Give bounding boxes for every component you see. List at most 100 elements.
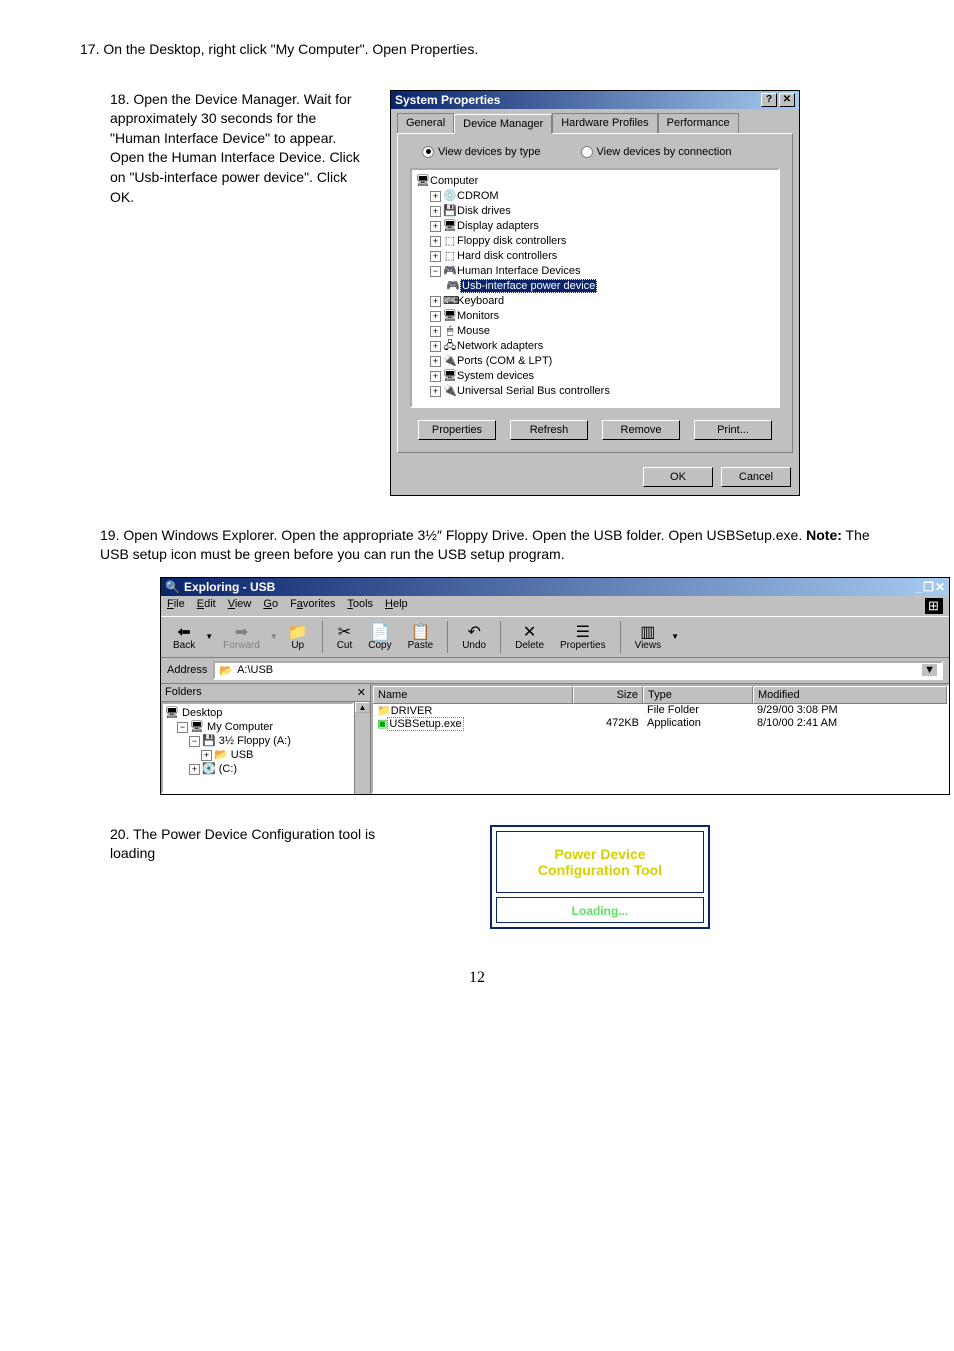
tree-disk-drives[interactable]: Disk drives	[457, 205, 511, 217]
toolbar-undo[interactable]: ↶Undo	[456, 622, 492, 651]
col-size[interactable]: Size	[573, 686, 643, 703]
back-icon: ⬅	[177, 622, 190, 640]
tree-usb-power-device[interactable]: Usb-interface power device	[460, 279, 597, 293]
device-tree[interactable]: 🖥Computer +💿CDROM +💾Disk drives +🖥Displa…	[410, 168, 780, 408]
expand-icon[interactable]: +	[430, 191, 441, 202]
collapse-icon[interactable]: −	[430, 266, 441, 277]
expand-icon[interactable]: +	[430, 206, 441, 217]
tree-floppy-controllers[interactable]: Floppy disk controllers	[457, 235, 566, 247]
tree-system-devices[interactable]: System devices	[457, 370, 534, 382]
tab-panel: View devices by type View devices by con…	[397, 133, 793, 453]
tree-c[interactable]: (C:)	[219, 763, 237, 775]
file-row[interactable]: 📁DRIVER File Folder 9/29/00 3:08 PM	[373, 704, 947, 717]
views-icon: ▥	[640, 622, 655, 640]
help-button[interactable]: ?	[761, 93, 777, 107]
menu-tools[interactable]: Tools	[347, 598, 373, 614]
maximize-button[interactable]: ❐	[923, 580, 934, 594]
print-button[interactable]: Print...	[694, 420, 772, 440]
tree-cdrom[interactable]: CDROM	[457, 190, 499, 202]
collapse-icon[interactable]: −	[189, 736, 200, 747]
minimize-button[interactable]: _	[915, 580, 922, 594]
disk-icon: 💾	[443, 204, 457, 219]
toolbar-paste[interactable]: 📋Paste	[402, 622, 440, 651]
col-type[interactable]: Type	[643, 686, 753, 703]
expand-icon[interactable]: +	[430, 356, 441, 367]
expand-icon[interactable]: +	[430, 371, 441, 382]
loading-title-2: Configuration Tool	[505, 862, 695, 878]
expand-icon[interactable]: +	[201, 750, 212, 761]
toolbar-cut[interactable]: ✂Cut	[331, 622, 359, 651]
tree-hid[interactable]: Human Interface Devices	[457, 265, 581, 277]
file-row[interactable]: ▣USBSetup.exe 472KB Application 8/10/00 …	[373, 717, 947, 730]
toolbar-views[interactable]: ▥Views	[629, 622, 668, 651]
scrollbar[interactable]: ▲	[354, 702, 370, 794]
tree-usb[interactable]: USB	[231, 749, 254, 761]
tree-root[interactable]: Computer	[430, 175, 478, 187]
expand-icon[interactable]: +	[430, 251, 441, 262]
menu-go[interactable]: Go	[263, 598, 278, 614]
file-type: File Folder	[643, 704, 753, 717]
collapse-icon[interactable]: −	[177, 722, 188, 733]
refresh-button[interactable]: Refresh	[510, 420, 588, 440]
close-button[interactable]: ✕	[935, 580, 945, 594]
menu-edit[interactable]: Edit	[197, 598, 216, 614]
expand-icon[interactable]: +	[430, 296, 441, 307]
properties-button[interactable]: Properties	[418, 420, 496, 440]
expand-icon[interactable]: +	[430, 311, 441, 322]
tree-keyboard[interactable]: Keyboard	[457, 295, 504, 307]
menu-favorites[interactable]: Favorites	[290, 598, 335, 614]
tree-mouse[interactable]: Mouse	[457, 325, 490, 337]
tab-hardware-profiles[interactable]: Hardware Profiles	[552, 113, 657, 133]
expand-icon[interactable]: +	[430, 221, 441, 232]
tree-floppy[interactable]: 3½ Floppy (A:)	[219, 735, 291, 747]
explorer-title: Exploring - USB	[184, 580, 275, 594]
toolbar-delete[interactable]: ✕Delete	[509, 622, 550, 651]
ok-button[interactable]: OK	[643, 467, 713, 487]
file-size	[573, 704, 643, 717]
toolbar-up[interactable]: 📁Up	[282, 622, 314, 651]
menu-view[interactable]: View	[228, 598, 252, 614]
radio-view-by-type[interactable]: View devices by type	[422, 146, 541, 158]
tab-general[interactable]: General	[397, 113, 454, 133]
tree-network-adapters[interactable]: Network adapters	[457, 340, 543, 352]
toolbar-back[interactable]: ⬅Back	[167, 622, 201, 651]
expand-icon[interactable]: +	[430, 326, 441, 337]
menu-help[interactable]: Help	[385, 598, 408, 614]
col-modified[interactable]: Modified	[753, 686, 947, 703]
close-pane-icon[interactable]: ✕	[357, 686, 366, 699]
cancel-button[interactable]: Cancel	[721, 467, 791, 487]
floppy-icon: 💾	[202, 735, 216, 747]
expand-icon[interactable]: +	[430, 341, 441, 352]
dropdown-icon[interactable]: ▼	[205, 632, 213, 641]
radio-view-by-connection[interactable]: View devices by connection	[581, 146, 732, 158]
tree-my-computer[interactable]: My Computer	[207, 721, 273, 733]
expand-icon[interactable]: +	[430, 386, 441, 397]
tab-device-manager[interactable]: Device Manager	[454, 114, 552, 134]
cut-icon: ✂	[338, 622, 351, 640]
tree-monitors[interactable]: Monitors	[457, 310, 499, 322]
folders-tree[interactable]: 🖥 Desktop −🖥 My Computer −💾 3½ Floppy (A…	[161, 702, 354, 794]
menu-file[interactable]: FFileile	[167, 598, 185, 614]
tree-usb-controllers[interactable]: Universal Serial Bus controllers	[457, 385, 610, 397]
exe-icon: ▣	[377, 718, 387, 730]
col-name[interactable]: Name	[373, 686, 573, 703]
toolbar-copy[interactable]: 📄Copy	[362, 622, 397, 651]
dropdown-icon[interactable]: ▼	[922, 664, 937, 676]
hid-device-icon: 🎮	[446, 279, 460, 294]
tree-display-adapters[interactable]: Display adapters	[457, 220, 539, 232]
toolbar-properties[interactable]: ☰Properties	[554, 622, 612, 651]
tree-desktop[interactable]: Desktop	[182, 707, 222, 719]
tree-harddisk-controllers[interactable]: Hard disk controllers	[457, 250, 557, 262]
expand-icon[interactable]: +	[189, 764, 200, 775]
menubar: FFileile Edit View Go Favorites Tools He…	[161, 596, 949, 616]
address-input[interactable]: 📂 A:\USB ▼	[213, 661, 943, 680]
address-bar: Address 📂 A:\USB ▼	[161, 658, 949, 684]
loading-title-1: Power Device	[505, 846, 695, 862]
tree-ports[interactable]: Ports (COM & LPT)	[457, 355, 552, 367]
remove-button[interactable]: Remove	[602, 420, 680, 440]
folder-open-icon: 📂	[214, 749, 228, 761]
tab-performance[interactable]: Performance	[658, 113, 739, 133]
close-button[interactable]: ✕	[779, 93, 795, 107]
dropdown-icon[interactable]: ▼	[671, 632, 679, 641]
expand-icon[interactable]: +	[430, 236, 441, 247]
